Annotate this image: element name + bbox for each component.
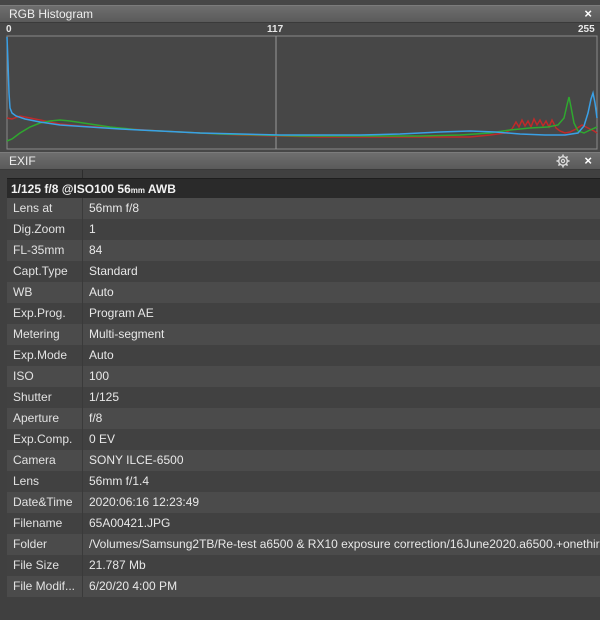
exif-row[interactable]: Exp.Comp. 0 EV	[7, 429, 600, 450]
exif-row-key: Exp.Prog.	[13, 306, 66, 320]
exif-row-value: Auto	[89, 348, 114, 362]
exif-row-value: 6/20/20 4:00 PM	[89, 579, 178, 593]
exif-row[interactable]: File Size 21.787 Mb	[7, 555, 600, 576]
exif-row[interactable]: Exp.Prog. Program AE	[7, 303, 600, 324]
exif-summary-text: 1/125 f/8 @ISO100 56mm AWB	[11, 182, 176, 196]
exif-row[interactable]: File Modif... 6/20/20 4:00 PM	[7, 576, 600, 597]
exif-row-key: Capt.Type	[13, 264, 68, 278]
exif-row-value: /Volumes/Samsung2TB/Re-test a6500 & RX10…	[89, 537, 600, 551]
exif-row-separator	[82, 198, 83, 219]
exif-row-value: 2020:06:16 12:23:49	[89, 495, 200, 509]
histogram-label-min: 0	[6, 24, 12, 35]
exif-row[interactable]: Aperture f/8	[7, 408, 600, 429]
exif-row-separator	[82, 324, 83, 345]
exif-panel-body: 1/125 f/8 @ISO100 56mm AWB Lens at 56mm f…	[0, 170, 600, 620]
exif-row-separator	[82, 303, 83, 324]
histogram-panel-header: RGB Histogram ×	[0, 5, 600, 23]
exif-row-key: Aperture	[13, 411, 60, 425]
summary-unit: mm	[130, 186, 146, 195]
histogram-red-channel	[6, 115, 598, 138]
column-divider	[82, 170, 83, 178]
exif-row-value: Program AE	[89, 306, 154, 320]
exif-row[interactable]: Dig.Zoom 1	[7, 219, 600, 240]
exif-row-key: FL-35mm	[13, 243, 65, 257]
exif-row-key: ISO	[13, 369, 34, 383]
summary-main: 1/125 f/8 @ISO100 56	[11, 182, 131, 196]
exif-row-value: 1/125	[89, 390, 120, 404]
exif-row[interactable]: FL-35mm 84	[7, 240, 600, 261]
exif-row-separator	[82, 282, 83, 303]
exif-table: Lens at 56mm f/8 Dig.Zoom 1 FL-35mm 84 Capt.Ty…	[7, 198, 600, 597]
exif-row[interactable]: ISO 100	[7, 366, 600, 387]
histogram-blue-channel	[6, 36, 598, 136]
exif-row-separator	[82, 450, 83, 471]
exif-panel-header: EXIF ×	[0, 152, 600, 170]
exif-row-value: 21.787 Mb	[89, 558, 146, 572]
exif-row-key: WB	[13, 285, 33, 299]
exif-row[interactable]: Exp.Mode Auto	[7, 345, 600, 366]
histogram-plot: 0 117 255	[0, 23, 600, 152]
histogram-frame	[6, 35, 598, 150]
histogram-close-icon[interactable]: ×	[584, 6, 592, 22]
exif-row-key: Dig.Zoom	[13, 222, 66, 236]
exif-row-key: Exp.Mode	[13, 348, 68, 362]
exif-row-value: 56mm f/8	[89, 201, 140, 215]
exif-row-key: File Size	[13, 558, 60, 572]
exif-panel-title: EXIF	[9, 154, 36, 168]
exif-row-separator	[82, 555, 83, 576]
exif-row-separator	[82, 387, 83, 408]
histogram-panel-title: RGB Histogram	[9, 7, 94, 21]
exif-row[interactable]: WB Auto	[7, 282, 600, 303]
exif-row-key: Filename	[13, 516, 63, 530]
exif-row-separator	[82, 219, 83, 240]
exif-row-separator	[82, 576, 83, 597]
exif-row[interactable]: Folder/Volumes/Samsung2TB/Re-test a6500 …	[7, 534, 600, 555]
exif-row[interactable]: Shutter 1/125	[7, 387, 600, 408]
exif-row-key: Exp.Comp.	[13, 432, 73, 446]
exif-row-value: 56mm f/1.4	[89, 474, 150, 488]
exif-summary-bar: 1/125 f/8 @ISO100 56mm AWB	[7, 178, 600, 199]
exif-row-value: f/8	[89, 411, 103, 425]
histogram-svg	[6, 35, 598, 150]
exif-row-key: Date&Time	[13, 495, 73, 509]
gear-icon[interactable]	[556, 154, 570, 168]
exif-row[interactable]: Lens 56mm f/1.4	[7, 471, 600, 492]
exif-row-value: Auto	[89, 285, 114, 299]
histogram-label-max: 255	[578, 24, 595, 35]
exif-row[interactable]: Camera SONY ILCE-6500	[7, 450, 600, 471]
exif-row[interactable]: Capt.Type Standard	[7, 261, 600, 282]
exif-row[interactable]: Date&Time 2020:06:16 12:23:49	[7, 492, 600, 513]
exif-row-separator	[82, 366, 83, 387]
exif-row-separator	[82, 240, 83, 261]
exif-row[interactable]: Filename 65A00421.JPG	[7, 513, 600, 534]
exif-row[interactable]: Lens at 56mm f/8	[7, 198, 600, 219]
exif-row-value: 1	[89, 222, 96, 236]
summary-suffix: AWB	[145, 182, 176, 196]
exif-row-separator	[82, 345, 83, 366]
exif-close-icon[interactable]: ×	[584, 153, 592, 169]
exif-row-separator	[82, 261, 83, 282]
exif-row-separator	[82, 492, 83, 513]
exif-row-separator	[82, 471, 83, 492]
histogram-label-mid: 117	[267, 24, 284, 35]
exif-row[interactable]: Metering Multi-segment	[7, 324, 600, 345]
exif-row-key: Shutter	[13, 390, 52, 404]
exif-row-value: 0 EV	[89, 432, 116, 446]
exif-row-separator	[82, 408, 83, 429]
exif-row-key: Folder	[13, 537, 48, 551]
exif-row-value: SONY ILCE-6500	[89, 453, 184, 467]
exif-row-value: 65A00421.JPG	[89, 516, 171, 530]
exif-row-value: 100	[89, 369, 110, 383]
exif-row-separator	[82, 513, 83, 534]
exif-row-separator	[82, 534, 83, 555]
exif-row-separator	[82, 429, 83, 450]
exif-row-value: Multi-segment	[89, 327, 165, 341]
exif-row-key: File Modif...	[13, 579, 76, 593]
exif-row-key: Lens at	[13, 201, 53, 215]
exif-row-value: 84	[89, 243, 103, 257]
exif-row-value: Standard	[89, 264, 138, 278]
exif-row-key: Camera	[13, 453, 56, 467]
exif-row-key: Lens	[13, 474, 40, 488]
exif-row-key: Metering	[13, 327, 60, 341]
